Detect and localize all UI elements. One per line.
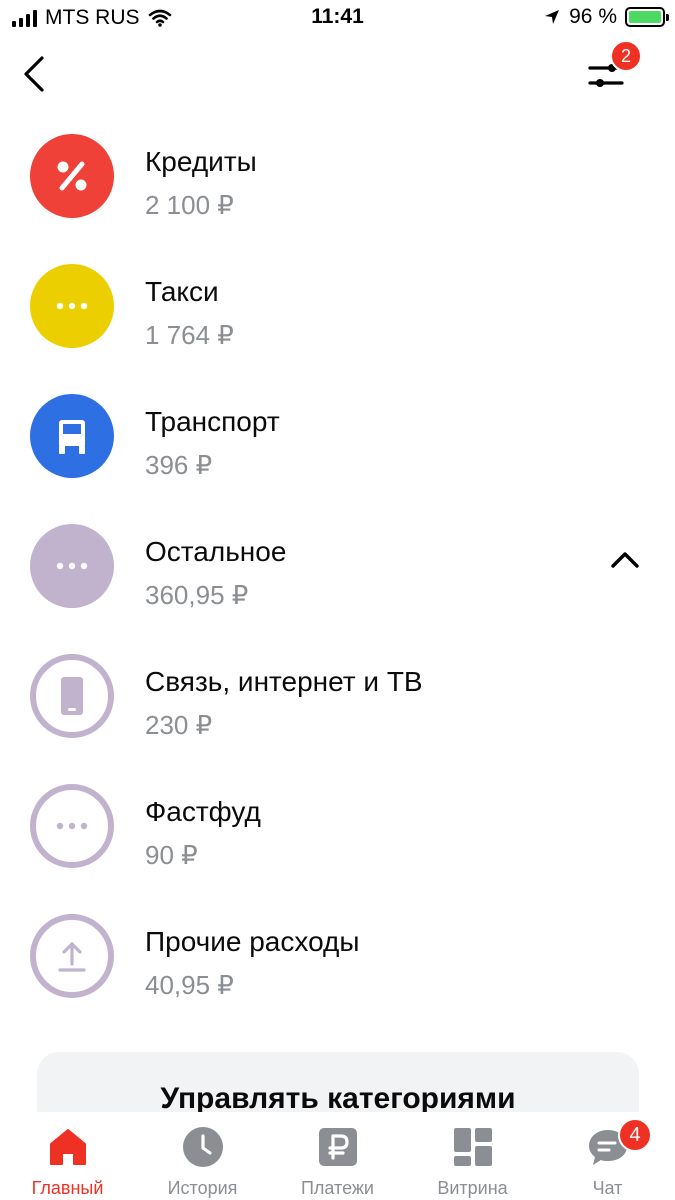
category-icon-circle: [30, 914, 114, 998]
bottom-tab-bar: Главный История Платежи Витрина Чат: [0, 1112, 675, 1200]
category-amount: 230 ₽: [145, 710, 213, 740]
tab-label: Витрина: [437, 1178, 508, 1198]
back-button[interactable]: [14, 52, 58, 96]
clock-icon: [183, 1127, 223, 1167]
category-name: Связь, интернет и ТВ: [145, 666, 423, 697]
category-amount: 90 ₽: [145, 840, 198, 870]
category-icon-circle: [30, 264, 114, 348]
category-icon-circle: [30, 654, 114, 738]
category-row-misc[interactable]: Прочие расходы 40,95 ₽: [0, 898, 675, 1028]
category-row-credits[interactable]: Кредиты 2 100 ₽: [0, 118, 675, 248]
tab-home[interactable]: Главный: [0, 1112, 135, 1200]
category-list: Кредиты 2 100 ₽ Такси 1 764 ₽ Транспорт …: [0, 118, 675, 1028]
battery-icon: [625, 7, 669, 27]
tab-history[interactable]: История: [135, 1112, 270, 1200]
category-name: Фастфуд: [145, 796, 261, 827]
category-name: Остальное: [145, 536, 287, 567]
tab-chat[interactable]: Чат: [540, 1112, 675, 1200]
location-arrow-icon: [545, 10, 560, 24]
battery-percent: 96 %: [569, 5, 617, 28]
grid-icon: [454, 1128, 492, 1166]
manage-categories-label: Управлять категориями: [160, 1082, 516, 1115]
category-amount: 2 100 ₽: [145, 190, 234, 220]
dots-icon: [56, 822, 88, 830]
tab-label: Чат: [592, 1178, 623, 1198]
category-icon-circle: [30, 524, 114, 608]
bus-icon: [59, 420, 85, 454]
category-name: Прочие расходы: [145, 926, 360, 957]
percent-icon: [57, 161, 87, 191]
dots-icon: [56, 562, 88, 570]
category-row-transport[interactable]: Транспорт 396 ₽: [0, 378, 675, 508]
category-icon-circle: [30, 394, 114, 478]
status-bar: MTS RUS 11:41 96 %: [0, 0, 675, 38]
tab-payments[interactable]: Платежи: [270, 1112, 405, 1200]
category-name: Транспорт: [145, 406, 280, 437]
filter-count-badge: 2: [610, 40, 642, 72]
tab-label: История: [167, 1178, 238, 1198]
chevron-up-icon[interactable]: [605, 544, 645, 574]
category-row-fastfood[interactable]: Фастфуд 90 ₽: [0, 768, 675, 898]
category-name: Такси: [145, 276, 219, 307]
category-amount: 360,95 ₽: [145, 580, 249, 610]
category-row-other[interactable]: Остальное 360,95 ₽: [0, 508, 675, 638]
upload-icon: [58, 942, 86, 972]
category-row-taxi[interactable]: Такси 1 764 ₽: [0, 248, 675, 378]
category-icon-circle: [30, 784, 114, 868]
home-icon: [50, 1129, 86, 1165]
phone-icon: [61, 677, 83, 715]
tab-label: Главный: [31, 1178, 104, 1198]
chat-unread-badge: 4: [618, 1118, 652, 1152]
category-amount: 396 ₽: [145, 450, 213, 480]
category-amount: 1 764 ₽: [145, 320, 234, 350]
ruble-icon: [319, 1128, 357, 1166]
dots-icon: [56, 302, 88, 310]
tab-showcase[interactable]: Витрина: [405, 1112, 540, 1200]
chevron-left-icon: [24, 56, 44, 92]
category-icon-circle: [30, 134, 114, 218]
category-row-telecom[interactable]: Связь, интернет и ТВ 230 ₽: [0, 638, 675, 768]
tab-label: Платежи: [300, 1178, 374, 1198]
category-amount: 40,95 ₽: [145, 970, 234, 1000]
category-name: Кредиты: [145, 146, 257, 177]
